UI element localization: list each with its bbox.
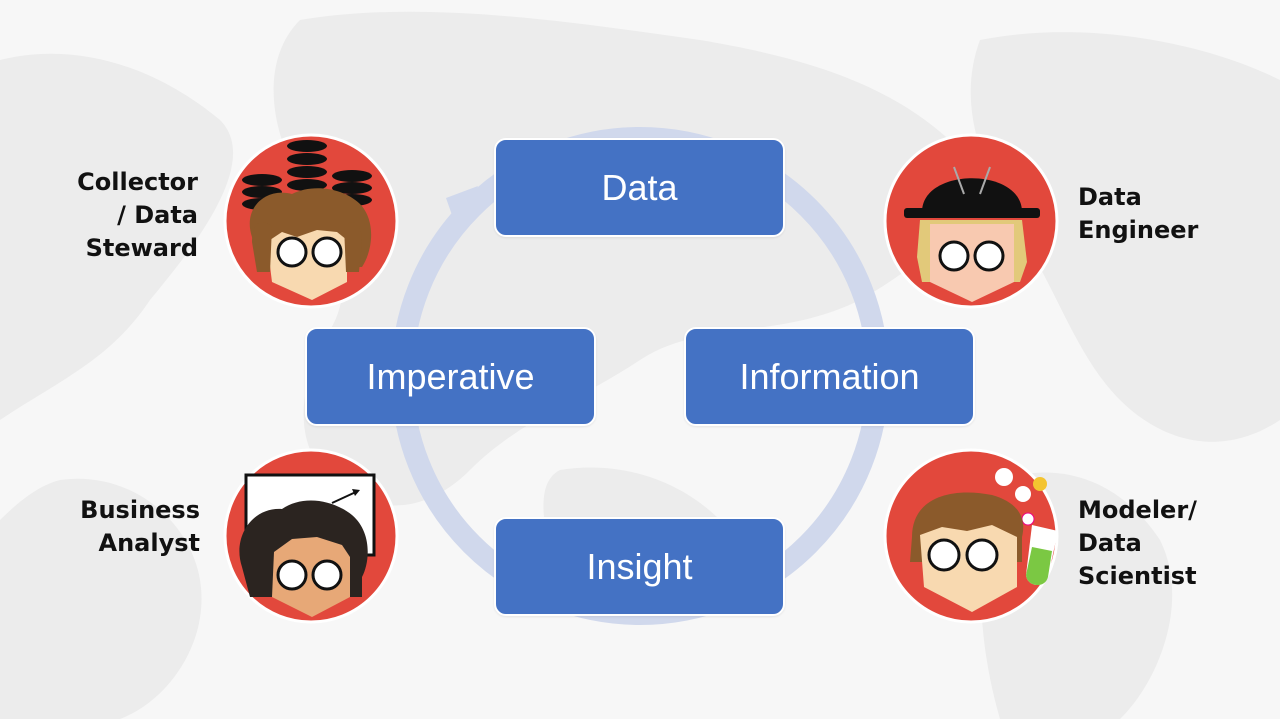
stage-data-label: Data [601,166,678,208]
role-label-modeler: Modeler/ Data Scientist [1078,496,1197,590]
role-label-collector: Collector / Data Steward [77,168,198,262]
person-with-chart-board-icon [223,448,399,624]
stage-insight-box: Insight [494,517,785,616]
role-label-engineer: Data Engineer [1078,183,1199,244]
stage-information-label: Information [739,355,920,397]
stage-data-box: Data [494,138,785,237]
stage-imperative-label: Imperative [366,355,535,397]
person-with-database-stacks-icon [223,133,399,309]
stage-imperative-box: Imperative [305,327,596,426]
stage-information-box: Information [684,327,975,426]
person-with-hard-hat-icon [883,133,1059,309]
person-with-test-tube-icon [883,448,1059,624]
stage-insight-label: Insight [586,545,693,587]
role-label-analyst: Business Analyst [80,496,200,557]
